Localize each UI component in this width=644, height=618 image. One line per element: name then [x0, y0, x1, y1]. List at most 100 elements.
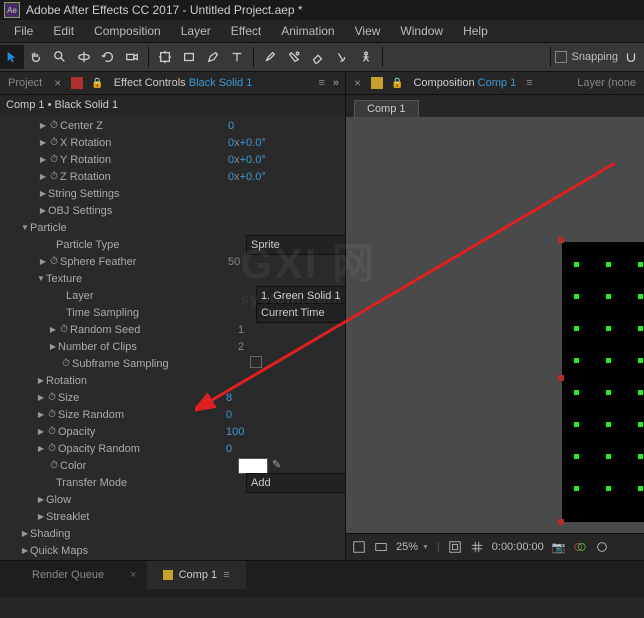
brush-tool[interactable] — [258, 45, 282, 69]
prop-opacity[interactable]: Opacity — [58, 426, 95, 438]
disclosure-icon[interactable]: ▶ — [20, 546, 30, 555]
disclosure-icon[interactable]: ▼ — [36, 274, 46, 283]
disclosure-icon[interactable]: ▼ — [20, 223, 30, 232]
disclosure-icon[interactable]: ▶ — [36, 410, 46, 419]
val-size-random[interactable]: 0 — [226, 409, 232, 421]
lock-icon[interactable]: 🔒 — [91, 78, 103, 89]
prop-size-random[interactable]: Size Random — [58, 409, 124, 421]
stopwatch-icon[interactable]: ⏱ — [48, 171, 60, 182]
tab-effect-controls[interactable]: Effect Controls Black Solid 1 — [108, 72, 259, 94]
val-z-rot-deg[interactable]: +0.0° — [240, 171, 266, 183]
stopwatch-icon[interactable]: ⏱ — [48, 154, 60, 165]
prop-opacity-random[interactable]: Opacity Random — [58, 443, 140, 455]
stopwatch-icon[interactable]: ⏱ — [48, 137, 60, 148]
stopwatch-icon[interactable]: ⏱ — [46, 443, 58, 454]
stopwatch-icon[interactable]: ⏱ — [46, 426, 58, 437]
stopwatch-icon[interactable]: ⏱ — [46, 409, 58, 420]
val-y-rot-deg[interactable]: +0.0° — [240, 154, 266, 166]
panel-menu-icon[interactable]: ≡ — [223, 569, 229, 581]
disclosure-icon[interactable]: ▶ — [38, 172, 48, 181]
tab-composition[interactable]: Composition Comp 1 — [407, 72, 522, 94]
menu-window[interactable]: Window — [390, 24, 453, 38]
close-project-tab[interactable]: × — [54, 76, 61, 90]
disclosure-icon[interactable]: ▶ — [36, 427, 46, 436]
group-texture[interactable]: Texture — [46, 273, 82, 285]
resolution-button[interactable] — [374, 540, 388, 554]
val-opacity-random[interactable]: 0 — [226, 443, 232, 455]
stopwatch-icon[interactable]: ⏱ — [48, 460, 60, 471]
disclosure-icon[interactable]: ▶ — [36, 444, 46, 453]
anchor-point-tool[interactable] — [153, 45, 177, 69]
tab-layer-none[interactable]: Layer (none — [571, 72, 642, 94]
zoom-tool[interactable] — [48, 45, 72, 69]
eyedropper-icon[interactable]: ✎ — [272, 459, 281, 471]
disclosure-icon[interactable]: ▶ — [38, 138, 48, 147]
grid-button[interactable] — [470, 540, 484, 554]
composition-viewer[interactable] — [346, 117, 644, 533]
val-x-rot-deg[interactable]: +0.0° — [240, 137, 266, 149]
disclosure-icon[interactable]: ▶ — [36, 376, 46, 385]
eraser-tool[interactable] — [306, 45, 330, 69]
disclosure-icon[interactable]: ▶ — [38, 155, 48, 164]
rectangle-tool[interactable] — [177, 45, 201, 69]
dropdown-time-sampling[interactable]: Current Time▼ — [256, 303, 345, 323]
selection-tool[interactable] — [0, 45, 24, 69]
disclosure-icon[interactable]: ▶ — [38, 121, 48, 130]
disclosure-icon[interactable]: ▶ — [36, 393, 46, 402]
snapping-toggle[interactable]: Snapping — [555, 50, 644, 64]
group-obj-settings[interactable]: OBJ Settings — [48, 205, 112, 217]
menu-layer[interactable]: Layer — [171, 24, 221, 38]
disclosure-icon[interactable]: ▶ — [38, 189, 48, 198]
selection-handle[interactable] — [558, 519, 564, 525]
group-shading[interactable]: Shading — [30, 528, 70, 540]
exposure-button[interactable] — [595, 540, 609, 554]
menu-edit[interactable]: Edit — [43, 24, 84, 38]
lock-icon[interactable]: 🔒 — [391, 78, 403, 89]
prop-z-rotation[interactable]: Z Rotation — [60, 171, 111, 183]
prop-x-rotation[interactable]: X Rotation — [60, 137, 111, 149]
menu-effect[interactable]: Effect — [221, 24, 271, 38]
panel-menu-icon[interactable]: ≡ — [522, 77, 536, 89]
comp-breadcrumb-tab[interactable]: Comp 1 — [354, 100, 419, 117]
prop-size[interactable]: Size — [58, 392, 79, 404]
close-tab-icon[interactable]: × — [120, 569, 146, 581]
dropdown-transfer-mode[interactable]: Add▼ — [246, 473, 345, 493]
group-particle[interactable]: Particle — [30, 222, 67, 234]
menu-view[interactable]: View — [345, 24, 391, 38]
stopwatch-icon[interactable]: ⏱ — [48, 120, 60, 131]
group-string-settings[interactable]: String Settings — [48, 188, 120, 200]
clone-tool[interactable] — [282, 45, 306, 69]
camera-tool[interactable] — [120, 45, 144, 69]
color-swatch[interactable] — [238, 458, 268, 474]
orbit-tool[interactable] — [72, 45, 96, 69]
prop-y-rotation[interactable]: Y Rotation — [60, 154, 111, 166]
puppet-tool[interactable] — [354, 45, 378, 69]
disclosure-icon[interactable]: ▶ — [38, 206, 48, 215]
alpha-button[interactable] — [352, 540, 366, 554]
safe-zones-button[interactable] — [448, 540, 462, 554]
val-opacity[interactable]: 100 — [226, 426, 244, 438]
selection-handle[interactable] — [558, 375, 564, 381]
panel-menu-icon[interactable]: ≡ — [314, 77, 328, 89]
menu-composition[interactable]: Composition — [84, 24, 171, 38]
pen-tool[interactable] — [201, 45, 225, 69]
val-center-z[interactable]: 0 — [228, 120, 234, 132]
time-display[interactable]: 0:00:00:00 — [492, 541, 544, 553]
tab-render-queue[interactable]: Render Queue — [16, 561, 120, 589]
prop-center-z[interactable]: Center Z — [60, 120, 103, 132]
group-quick-maps[interactable]: Quick Maps — [30, 545, 88, 557]
tab-comp-1[interactable]: Comp 1 ≡ — [147, 561, 246, 589]
group-rotation[interactable]: Rotation — [46, 375, 87, 387]
dropdown-particle-type[interactable]: Sprite▼ — [246, 235, 345, 255]
hand-tool[interactable] — [24, 45, 48, 69]
menu-help[interactable]: Help — [453, 24, 498, 38]
menu-animation[interactable]: Animation — [271, 24, 344, 38]
zoom-dropdown[interactable]: 25% ▼ — [396, 541, 429, 553]
snapping-checkbox[interactable] — [555, 51, 567, 63]
type-tool[interactable] — [225, 45, 249, 69]
val-size[interactable]: 8 — [226, 392, 232, 404]
rotation-tool[interactable] — [96, 45, 120, 69]
tab-project[interactable]: Project — [2, 72, 48, 94]
disclosure-icon[interactable]: ▶ — [20, 529, 30, 538]
close-comp-panel[interactable]: × — [354, 76, 361, 90]
